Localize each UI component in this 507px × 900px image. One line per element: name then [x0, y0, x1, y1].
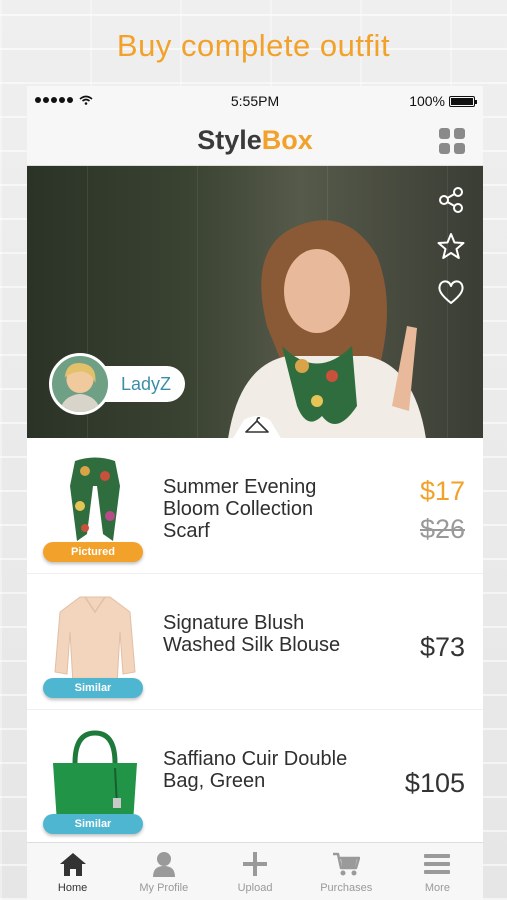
blouse-thumbnail — [54, 596, 136, 685]
profile-icon — [152, 852, 175, 877]
tab-label: Purchases — [320, 882, 373, 894]
bottom-tab-bar: Home My Profile Upload Purchases More — [27, 842, 483, 900]
tab-home[interactable]: Home — [27, 843, 118, 900]
sale-price: $17 — [419, 476, 465, 506]
tab-label: Home — [57, 882, 88, 894]
phone-screen: 5:55PM 100% StyleBox LadyZ Pictured Summ… — [27, 86, 483, 900]
tab-more[interactable]: More — [392, 843, 483, 900]
product-name[interactable]: Signature Blush Washed Silk Blouse — [163, 612, 363, 656]
tab-my-profile[interactable]: My Profile — [118, 843, 209, 900]
tab-upload[interactable]: Upload — [209, 843, 300, 900]
bag-thumbnail — [53, 730, 137, 823]
promo-headline: Buy complete outfit — [116, 28, 391, 63]
product-price: $73 — [419, 632, 465, 662]
home-icon — [59, 853, 86, 876]
creator-badge[interactable]: LadyZ — [49, 353, 186, 415]
tab-label: Upload — [237, 882, 273, 894]
plus-icon — [243, 852, 267, 876]
list-item[interactable]: Pictured Summer Evening Bloom Collection… — [27, 438, 483, 574]
avatar[interactable] — [49, 353, 111, 415]
outfit-items-list: Pictured Summer Evening Bloom Collection… — [27, 438, 483, 846]
battery-percent: 100% — [409, 93, 445, 109]
tab-label: My Profile — [139, 882, 189, 894]
outfit-photo[interactable]: LadyZ — [27, 166, 483, 438]
pictured-tag: Pictured — [43, 542, 143, 562]
scarf-thumbnail — [70, 457, 120, 541]
battery-icon — [449, 95, 477, 107]
brand-part-box: Box — [261, 125, 313, 155]
brand-part-style: Style — [197, 125, 262, 155]
original-price: $26 — [419, 514, 465, 544]
tab-purchases[interactable]: Purchases — [301, 843, 392, 900]
status-bar: 5:55PM 100% — [27, 86, 483, 116]
list-item[interactable]: Similar Signature Blush Washed Silk Blou… — [27, 574, 483, 710]
similar-tag: Similar — [43, 814, 143, 834]
product-name[interactable]: Saffiano Cuir Double Bag, Green — [163, 748, 363, 792]
list-item[interactable]: Similar Saffiano Cuir Double Bag, Green … — [27, 710, 483, 846]
app-header: StyleBox — [27, 116, 483, 166]
heart-icon[interactable] — [437, 278, 465, 306]
grid-view-icon[interactable] — [439, 128, 465, 154]
star-icon[interactable] — [437, 232, 465, 260]
product-name[interactable]: Summer Evening Bloom Collection Scarf — [163, 476, 363, 542]
product-price: $105 — [404, 768, 465, 798]
menu-icon — [424, 854, 451, 874]
app-logo: StyleBox — [27, 125, 483, 156]
share-icon[interactable] — [437, 186, 465, 214]
tab-label: More — [424, 882, 450, 894]
cart-icon — [333, 852, 361, 876]
similar-tag: Similar — [43, 678, 143, 698]
hanger-icon[interactable] — [232, 414, 282, 438]
model-photo — [228, 220, 426, 438]
